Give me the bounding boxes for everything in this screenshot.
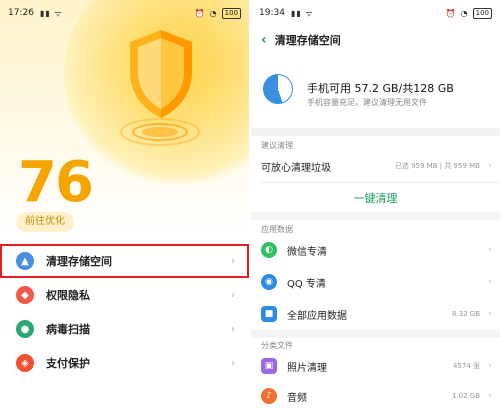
app-row-all-data[interactable]: ■ 全部应用数据 8.32 GB ›: [251, 300, 500, 328]
file-row-label: 照片清理: [287, 362, 327, 374]
junk-label: 可放心清理垃圾: [261, 162, 331, 174]
security-score: 76: [18, 150, 94, 215]
chevron-right-icon: ›: [488, 245, 492, 255]
junk-value: 已选 959 MB | 共 959 MB: [394, 162, 480, 170]
chevron-right-icon: ›: [231, 357, 235, 369]
storage-hint: 手机容量充足，建议清理无用文件: [307, 98, 427, 107]
status-bar: 19:34 ▮▮ ᯤ ⏰ ◔ 100: [251, 0, 500, 26]
battery-icon: 100: [221, 7, 241, 19]
virus-scan-icon: ●: [16, 320, 34, 338]
app-row-wechat[interactable]: ◐ 微信专清 ›: [251, 236, 500, 264]
top-nav: ‹ 清理存储空间: [251, 26, 500, 54]
audio-icon: ♪: [261, 388, 277, 404]
app-row-value: 8.32 GB: [451, 310, 480, 318]
rocket-icon: ▲: [16, 252, 34, 270]
section-header-files: 分类文件: [261, 341, 293, 350]
wechat-icon: ◐: [261, 242, 277, 258]
wifi-icon: ◔: [209, 8, 217, 18]
qq-icon: ◉: [261, 274, 277, 290]
storage-summary-text: 手机可用 57.2 GB/共128 GB: [307, 82, 454, 95]
app-row-label: 全部应用数据: [287, 310, 347, 322]
photo-icon: ▣: [261, 358, 277, 374]
payment-shield-icon: ◈: [16, 354, 34, 372]
one-click-clean-button[interactable]: 一键清理: [251, 190, 500, 206]
alarm-icon: ⏰: [194, 8, 205, 18]
shield-icon: [130, 30, 192, 118]
signal-icon: ▮▮ ᯤ: [39, 8, 63, 18]
app-row-qq[interactable]: ◉ QQ 专清 ›: [251, 268, 500, 296]
status-time: 19:34: [259, 8, 285, 18]
storage-summary: 手机可用 57.2 GB/共128 GB 手机容量充足，建议清理无用文件: [251, 66, 500, 124]
chevron-right-icon: ›: [231, 289, 235, 301]
wifi-icon: ◔: [460, 8, 468, 18]
back-arrow-icon[interactable]: ‹: [261, 32, 267, 48]
menu-item-label: 支付保护: [46, 357, 90, 370]
menu-item-label: 病毒扫描: [46, 323, 90, 336]
storage-pie-icon: [263, 74, 293, 104]
security-home-screen: 17:26 ▮▮ ᯤ ⏰ ◔ 100 76 前往优化 ▲ 清理存储空间 › ◆ …: [0, 0, 249, 410]
chevron-right-icon: ›: [488, 161, 492, 171]
menu-item-clean-storage[interactable]: ▲ 清理存储空间 ›: [0, 244, 249, 278]
optimize-button[interactable]: 前往优化: [16, 212, 74, 232]
menu-item-payment[interactable]: ◈ 支付保护 ›: [0, 346, 249, 380]
app-row-label: QQ 专清: [287, 278, 326, 290]
page-title: 清理存储空间: [274, 34, 341, 47]
feature-menu: ▲ 清理存储空间 › ◆ 权限隐私 › ● 病毒扫描 › ◈ 支付保护 ›: [0, 244, 249, 380]
battery-icon: 100: [472, 7, 492, 19]
file-row-audio[interactable]: ♪ 音频 1.02 GB ›: [251, 382, 500, 410]
app-row-label: 微信专清: [287, 246, 327, 258]
chevron-right-icon: ›: [488, 361, 492, 371]
menu-item-label: 清理存储空间: [46, 255, 112, 268]
menu-item-privacy[interactable]: ◆ 权限隐私 ›: [0, 278, 249, 312]
file-row-photos[interactable]: ▣ 照片清理 4574 张 ›: [251, 352, 500, 380]
clean-storage-screen: 19:34 ▮▮ ᯤ ⏰ ◔ 100 ‹ 清理存储空间 手机可用 57.2 GB…: [251, 0, 500, 410]
section-gap: [251, 128, 500, 136]
status-time: 17:26: [8, 8, 34, 18]
chevron-right-icon: ›: [231, 323, 235, 335]
section-header-suggest: 建议清理: [261, 141, 293, 150]
file-row-value: 1.02 GB: [451, 392, 480, 400]
chevron-right-icon: ›: [488, 277, 492, 287]
file-row-label: 音频: [287, 392, 307, 404]
menu-item-label: 权限隐私: [46, 289, 90, 302]
cube-icon: ■: [261, 306, 277, 322]
chevron-right-icon: ›: [231, 255, 235, 267]
chevron-right-icon: ›: [488, 309, 492, 319]
ripple-ring: [142, 127, 178, 137]
signal-icon: ▮▮ ᯤ: [290, 8, 314, 18]
menu-item-virus-scan[interactable]: ● 病毒扫描 ›: [0, 312, 249, 346]
section-gap: [251, 330, 500, 338]
section-gap: [251, 212, 500, 220]
chevron-right-icon: ›: [488, 391, 492, 401]
file-row-value: 4574 张: [452, 362, 480, 370]
status-bar: 17:26 ▮▮ ᯤ ⏰ ◔ 100: [0, 0, 249, 26]
junk-row[interactable]: 可放心清理垃圾 已选 959 MB | 共 959 MB ›: [251, 152, 500, 180]
section-header-apps: 应用数据: [261, 225, 293, 234]
divider: [261, 182, 500, 183]
alarm-icon: ⏰: [445, 8, 456, 18]
shield-key-icon: ◆: [16, 286, 34, 304]
